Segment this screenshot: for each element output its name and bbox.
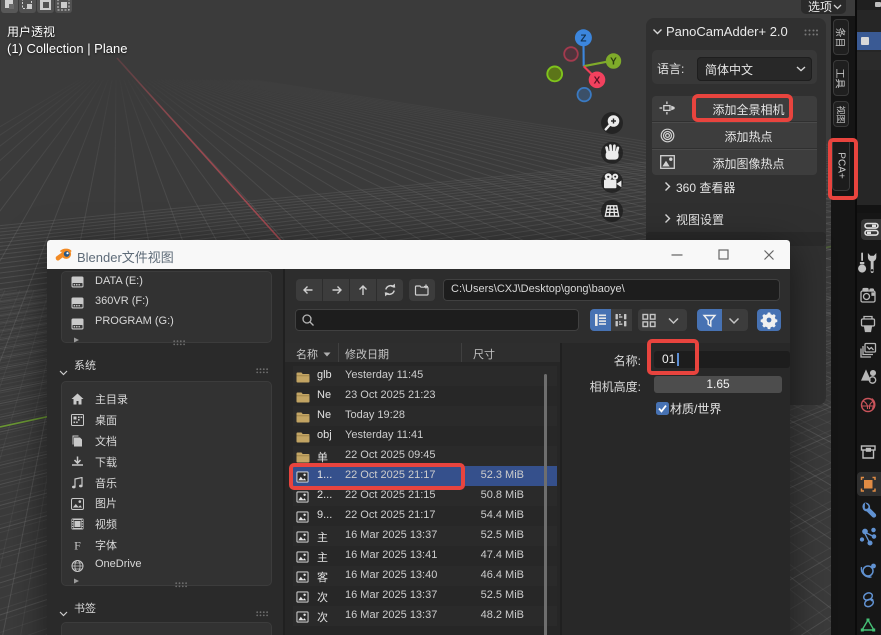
svg-text:Z: Z — [580, 34, 586, 45]
svg-text:Y: Y — [610, 57, 617, 68]
svg-text:X: X — [594, 75, 601, 86]
svg-text:F: F — [74, 539, 81, 551]
